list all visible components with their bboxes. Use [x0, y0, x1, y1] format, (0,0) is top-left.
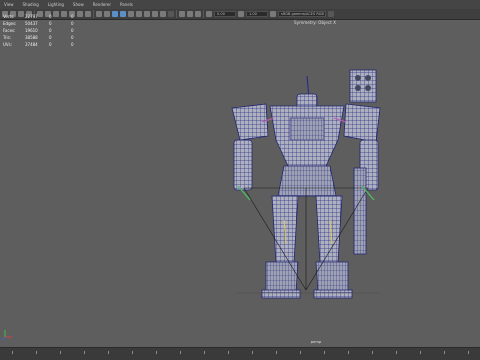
rocket-tube: [355, 75, 361, 81]
hud-label: Verts:: [3, 14, 15, 19]
robot-mesh[interactable]: [0, 0, 480, 360]
timeline-tick: [348, 351, 349, 354]
right-shin: [315, 261, 349, 293]
timeline-tick: [180, 351, 181, 354]
hud-row: UVs: 37484 0 0: [3, 41, 74, 48]
timeline-tick: [300, 351, 301, 354]
hud-sel: 0: [49, 28, 52, 33]
poly-count-hud: Verts: 22797 0 0 Edges: 50437 0 0 Faces: 19610 0 0 T…: [3, 13, 74, 48]
right-foot: [313, 289, 353, 299]
timeline-tick: [108, 351, 109, 354]
timeline-tick: [156, 351, 157, 354]
rocket-tube: [355, 85, 361, 91]
left-shin: [265, 261, 299, 293]
timeline-tick: [84, 351, 85, 354]
hud-value: 19610: [25, 28, 38, 33]
right-shoulder: [343, 103, 381, 143]
timeline-tick: [204, 351, 205, 354]
timeline-tick: [420, 351, 421, 354]
hud-value: 37484: [25, 42, 38, 47]
hud-sel: 0: [49, 21, 52, 26]
timeline-tick: [372, 351, 373, 354]
hud-label: Edges:: [3, 21, 17, 26]
timeline-tick: [468, 351, 469, 354]
timeline-tick: [12, 351, 13, 354]
hud-row: Faces: 19610 0 0: [3, 27, 74, 34]
timeline-tick: [36, 351, 37, 354]
hud-comp: 0: [71, 42, 74, 47]
hud-sel: 0: [49, 14, 52, 19]
hud-sel: 0: [49, 42, 52, 47]
hud-value: 38588: [25, 35, 38, 40]
hud-label: Faces:: [3, 28, 16, 33]
hud-sel: 0: [49, 35, 52, 40]
hud-comp: 0: [71, 28, 74, 33]
hud-label: UVs:: [3, 42, 13, 47]
timeline-tick: [228, 351, 229, 354]
rocket-tube: [365, 85, 371, 91]
hud-row: Verts: 22797 0 0: [3, 13, 74, 20]
timeline-tick: [276, 351, 277, 354]
timeline-tick: [396, 351, 397, 354]
timeline-tick: [324, 351, 325, 354]
chest-plate: [289, 117, 325, 141]
left-arm: [233, 139, 253, 191]
hud-comp: 0: [71, 35, 74, 40]
view-axis-gizmo: [1, 330, 12, 341]
hud-comp: 0: [71, 14, 74, 19]
hud-row: Edges: 50437 0 0: [3, 20, 74, 27]
rifle: [353, 167, 367, 255]
hud-value: 50437: [25, 21, 38, 26]
timeline-tick: [60, 351, 61, 354]
timeline-tick: [132, 351, 133, 354]
hud-label: Tris:: [3, 35, 12, 40]
timeline-tick: [252, 351, 253, 354]
hud-comp: 0: [71, 21, 74, 26]
hud-row: Tris: 38588 0 0: [3, 34, 74, 41]
left-foot: [261, 289, 301, 299]
rocket-tube: [365, 75, 371, 81]
hud-value: 22797: [25, 14, 38, 19]
pelvis: [277, 165, 337, 197]
rocket-pod: [349, 69, 377, 103]
skeleton-rig: [243, 187, 369, 291]
time-slider[interactable]: [0, 347, 480, 360]
camera-label: persp: [310, 339, 322, 344]
timeline-tick: [444, 351, 445, 354]
